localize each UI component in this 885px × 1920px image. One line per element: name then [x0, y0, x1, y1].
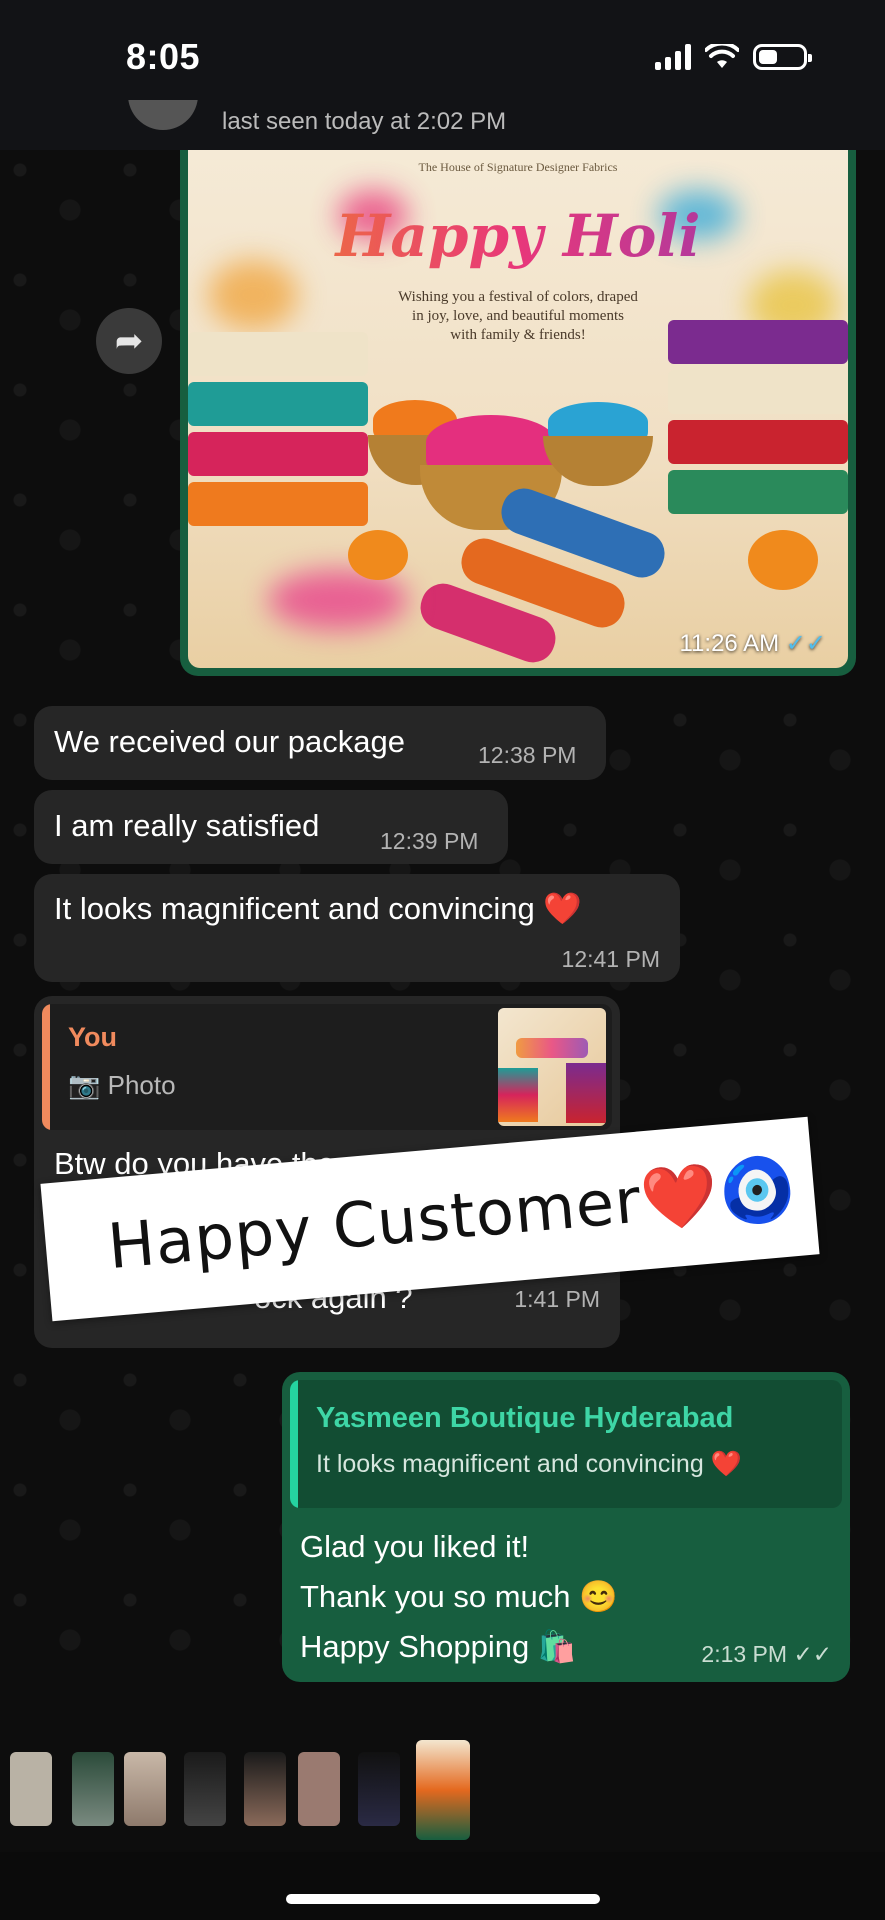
poster-message: Wishing you a festival of colors, draped… [398, 289, 638, 343]
thumbnail[interactable] [10, 1752, 52, 1826]
quote-text: It looks magnificent and convincing ❤️ [316, 1450, 742, 1478]
outgoing-line: Glad you liked it! [300, 1529, 530, 1564]
forward-icon[interactable]: ➦ [96, 308, 162, 374]
quoted-message[interactable]: Yasmeen Boutique Hyderabad It looks magn… [290, 1380, 842, 1508]
quote-sender: Yasmeen Boutique Hyderabad [316, 1402, 734, 1434]
status-icons [655, 44, 812, 70]
last-seen-status: last seen today at 2:02 PM [222, 108, 507, 135]
message-time: 12:39 PM [380, 828, 479, 854]
sticker-text: Happy Customer❤️🧿 [105, 1150, 801, 1284]
thumbnail[interactable] [72, 1752, 114, 1826]
message-text: I am really satisfied [54, 808, 320, 843]
message-text: It looks magnificent and convincing ❤️ [54, 891, 582, 926]
quoted-message[interactable]: You 📷 Photo [42, 1004, 612, 1130]
outgoing-line: Happy Shopping 🛍️ [300, 1629, 577, 1664]
message-time: 1:41 PM [514, 1286, 600, 1312]
message-bubble[interactable]: We received our package 12:38 PM [34, 706, 606, 780]
home-indicator[interactable] [286, 1894, 600, 1904]
message-bubble[interactable]: It looks magnificent and convincing ❤️ 1… [34, 874, 680, 982]
quote-bar [42, 1004, 50, 1130]
message-time: 12:38 PM [478, 742, 577, 768]
quote-sender: You [68, 1022, 117, 1052]
message-text: We received our package [54, 724, 405, 759]
thumbnail[interactable] [184, 1752, 226, 1826]
holi-poster-image[interactable]: The House of Signature Designer Fabrics … [188, 150, 848, 668]
thumbnail[interactable] [244, 1752, 286, 1826]
status-time: 8:05 [126, 36, 201, 77]
message-time: 2:13 PM ✓✓ [701, 1641, 832, 1667]
thumbnail[interactable] [124, 1752, 166, 1826]
wifi-icon [705, 44, 739, 68]
chat-header[interactable]: last seen today at 2:02 PM [0, 100, 885, 150]
outgoing-message-bubble[interactable]: Yasmeen Boutique Hyderabad It looks magn… [282, 1372, 850, 1682]
thumbnail[interactable] [358, 1752, 400, 1826]
quote-photo-label: 📷 Photo [68, 1070, 176, 1100]
thumbnail-active[interactable] [416, 1740, 470, 1840]
quote-thumbnail [498, 1008, 606, 1126]
quote-bar [290, 1380, 298, 1508]
poster-title: Happy Holi [188, 202, 848, 270]
message-time: 12:41 PM [561, 946, 660, 972]
battery-icon [753, 44, 812, 70]
delivered-ticks-icon: ✓✓ [793, 1641, 832, 1667]
thumbnail[interactable] [298, 1752, 340, 1826]
image-timestamp: 11:26 AM ✓✓ [679, 630, 826, 657]
media-thumbnail-strip[interactable] [0, 1692, 885, 1852]
image-message-bubble[interactable]: The House of Signature Designer Fabrics … [180, 150, 856, 676]
poster-brand: The House of Signature Designer Fabrics [418, 160, 618, 174]
read-ticks-icon: ✓✓ [785, 630, 826, 657]
avatar[interactable] [128, 100, 198, 130]
signal-icon [655, 44, 691, 70]
message-bubble[interactable]: I am really satisfied 12:39 PM [34, 790, 508, 864]
outgoing-line: Thank you so much 😊 [300, 1579, 618, 1614]
outgoing-text: Glad you liked it! Thank you so much 😊 H… [300, 1522, 618, 1672]
